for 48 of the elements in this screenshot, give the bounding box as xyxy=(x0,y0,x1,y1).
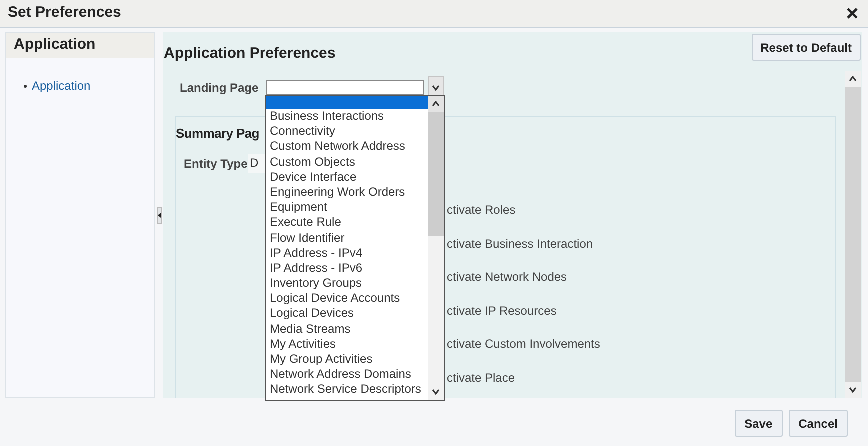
dropdown-option[interactable]: Equipment xyxy=(266,200,428,216)
action-label: ctivate Business Interaction xyxy=(447,236,594,252)
dropdown-scrollbar[interactable] xyxy=(428,96,444,400)
dropdown-option[interactable]: Connectivity xyxy=(266,124,428,140)
dropdown-option[interactable]: IP Address - IPv4 xyxy=(266,246,428,261)
action-label: ctivate Place xyxy=(447,370,516,386)
sidebar-link[interactable]: Application xyxy=(32,77,91,95)
dropdown-option[interactable]: Execute Rule xyxy=(266,215,428,230)
field-label: Entity Type xyxy=(184,156,248,172)
dialog-button[interactable]: Cancel xyxy=(788,410,848,437)
reset-button[interactable]: Reset to Default xyxy=(752,34,861,61)
dropdown-option[interactable]: Flow Identifier xyxy=(266,230,428,246)
scrollbar[interactable] xyxy=(845,70,861,398)
action-label: ctivate IP Resources xyxy=(447,304,558,318)
action-label: ctivate Roles xyxy=(447,203,517,218)
dropdown-option[interactable]: IP Address - IPv6 xyxy=(266,260,428,276)
field-label: Landing Page xyxy=(180,80,260,96)
section-heading: Application Preferences xyxy=(163,44,336,64)
close-icon[interactable] xyxy=(847,8,858,19)
collapse-icon xyxy=(158,212,160,218)
dropdown-option[interactable]: Network Service Descriptors xyxy=(266,382,428,398)
scroll-up-icon xyxy=(849,76,857,82)
chevron-down-icon xyxy=(432,84,440,90)
dropdown-option[interactable]: Engineering Work Orders xyxy=(266,184,428,200)
scroll-thumb[interactable] xyxy=(428,112,444,236)
dropdown-option[interactable]: Custom Network Address xyxy=(266,139,428,155)
dropdown-option[interactable]: Device Interface xyxy=(266,170,428,185)
dropdown-option[interactable]: Business Interactions xyxy=(266,109,428,124)
scroll-down-icon xyxy=(849,387,857,393)
dropdown-option[interactable]: Media Streams xyxy=(266,322,428,337)
bullet-icon xyxy=(24,84,27,88)
dropdown-option[interactable]: Inventory Groups xyxy=(266,276,428,292)
action-label: ctivate Network Nodes xyxy=(447,270,568,285)
dropdown-option[interactable]: My Activities xyxy=(266,336,428,352)
dropdown-option[interactable]: Network Address Domains xyxy=(266,367,428,382)
scroll-up-icon xyxy=(432,101,440,107)
dropdown-option[interactable]: Logical Devices xyxy=(266,306,428,322)
dialog-title: Set Preferences xyxy=(8,3,122,24)
collapse-handle[interactable] xyxy=(156,206,162,224)
scroll-down-icon xyxy=(432,389,440,395)
summary-heading: Summary Pag xyxy=(176,124,260,143)
dialog-button[interactable]: Save xyxy=(734,410,783,437)
action-label: ctivate Custom Involvements xyxy=(447,337,602,352)
dropdown-option[interactable]: Custom Objects xyxy=(266,154,428,170)
dropdown-option[interactable]: My Group Activities xyxy=(266,352,428,368)
landing-page-field[interactable] xyxy=(266,80,424,95)
dropdown-option[interactable]: Logical Device Accounts xyxy=(266,291,428,306)
sidebar-header: Application xyxy=(14,35,96,56)
